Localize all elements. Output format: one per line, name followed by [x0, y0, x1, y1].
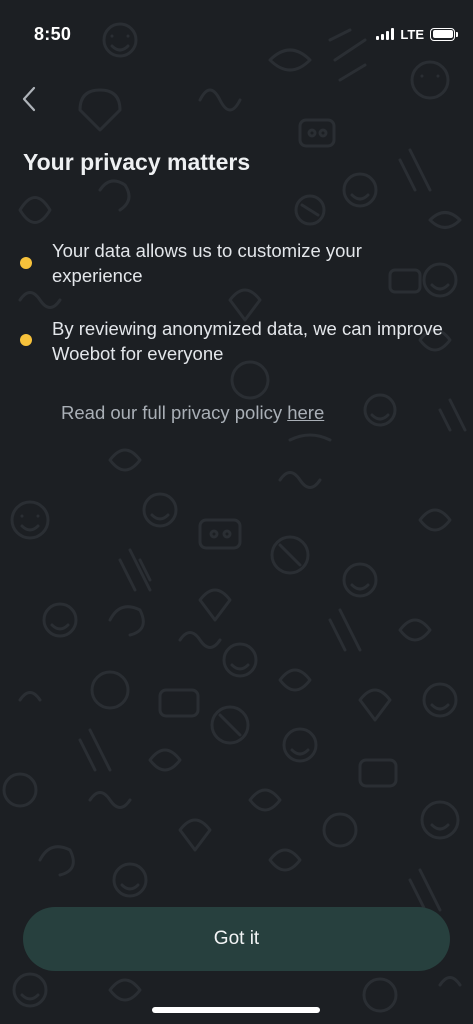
page-title: Your privacy matters	[23, 149, 251, 175]
bullet-dot-icon	[20, 334, 32, 346]
privacy-screen: 8:50 LTE Your privacy matters Your data …	[0, 0, 473, 1024]
privacy-policy-line: Read our full privacy policy here	[61, 402, 324, 424]
battery-icon	[430, 27, 458, 41]
status-bar: 8:50 LTE	[0, 0, 473, 64]
status-indicators: LTE	[376, 26, 458, 42]
privacy-policy-link[interactable]: here	[287, 402, 324, 423]
got-it-button[interactable]: Got it	[23, 907, 450, 971]
cellular-signal-icon	[376, 28, 395, 40]
battery-level-fill	[432, 30, 453, 38]
status-time: 8:50	[34, 24, 72, 44]
bullet-text: By reviewing anonymized data, we can imp…	[52, 318, 443, 364]
home-indicator[interactable]	[152, 1007, 320, 1013]
chevron-left-icon	[22, 86, 36, 112]
network-type: LTE	[400, 26, 424, 42]
bullet-text: Your data allows us to customize your ex…	[52, 240, 362, 286]
privacy-policy-text: Read our full privacy policy	[61, 402, 288, 423]
bullet-dot-icon	[20, 257, 32, 269]
back-button[interactable]	[14, 84, 44, 114]
